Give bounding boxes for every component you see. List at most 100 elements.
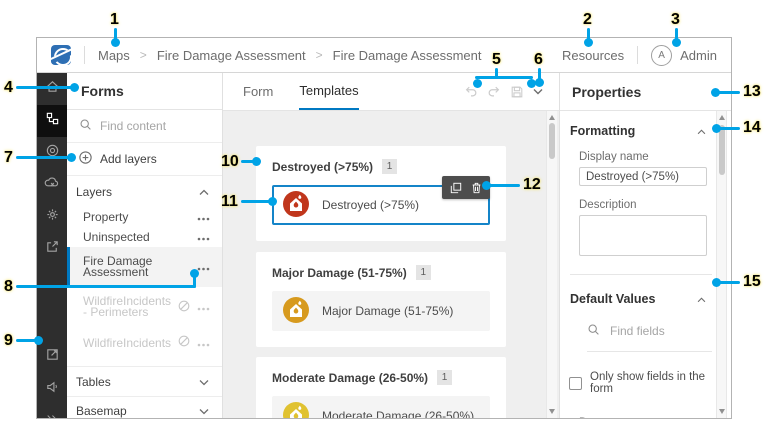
breadcrumb-maps[interactable]: Maps: [98, 48, 130, 63]
tables-section-header[interactable]: Tables: [67, 366, 222, 396]
sidebar-item-forms[interactable]: [37, 105, 67, 137]
geofence-icon: [45, 143, 60, 163]
breadcrumb-map-name[interactable]: Fire Damage Assessment: [157, 48, 306, 63]
save-menu-chevron[interactable]: [533, 88, 543, 95]
callout-number: 1: [110, 11, 119, 28]
breadcrumb-layer-name[interactable]: Fire Damage Assessment: [333, 48, 482, 63]
field-maps-designer-window: Maps > Fire Damage Assessment > Fire Dam…: [36, 37, 732, 419]
callout-dot: [473, 79, 482, 88]
sidebar-item-home[interactable]: [37, 73, 67, 105]
scroll-up-arrow[interactable]: [719, 115, 725, 120]
callout-dot: [111, 38, 120, 47]
search-icon: [587, 323, 600, 339]
properties-scrollbar[interactable]: [716, 111, 727, 418]
display-name-input[interactable]: [579, 167, 707, 186]
layer-row-wildfire-incidents[interactable]: WildfireIncidents: [67, 327, 222, 358]
forms-panel-title: Forms: [67, 73, 222, 110]
sidebar-item-sharing[interactable]: [37, 233, 67, 265]
search-input[interactable]: [100, 119, 200, 133]
layer-options-button[interactable]: [197, 230, 210, 244]
scrollbar-thumb[interactable]: [549, 123, 555, 159]
layer-row-property[interactable]: Property: [67, 207, 222, 227]
find-fields-search[interactable]: [587, 323, 712, 352]
sidebar-item-geofences[interactable]: [37, 137, 67, 169]
template-card-label: Destroyed (>75%): [322, 198, 420, 212]
divider: [84, 46, 85, 64]
scroll-down-arrow[interactable]: [549, 409, 555, 414]
scrollbar-thumb[interactable]: [719, 125, 725, 175]
callout-dot: [672, 38, 681, 47]
esri-logo: [51, 45, 71, 65]
sidebar-item-offline[interactable]: [37, 169, 67, 201]
sidebar-item-settings[interactable]: [37, 201, 67, 233]
offline-cloud-icon: [44, 175, 60, 195]
templates-list: Destroyed (>75%) 1 Destroyed (>75%) Majo…: [223, 111, 559, 418]
double-chevron-right-icon: [45, 412, 59, 418]
scroll-up-arrow[interactable]: [549, 115, 555, 120]
layer-row-fire-damage-assessment[interactable]: Fire Damage Assessment: [67, 247, 222, 287]
chevron-down-icon: [199, 404, 209, 418]
layer-options-button[interactable]: [197, 300, 210, 314]
callout-dot: [67, 153, 76, 162]
not-supported-icon: [178, 300, 190, 315]
layers-section-header[interactable]: Layers: [67, 176, 222, 207]
template-card-destroyed[interactable]: Destroyed (>75%): [272, 176, 490, 225]
callout-number: 8: [4, 278, 13, 295]
template-group-header: Destroyed (>75%) 1: [272, 159, 490, 174]
layer-row-wildfire-perimeters[interactable]: WildfireIncidents - Perimeters: [67, 287, 222, 327]
default-values-section-header[interactable]: Default Values: [570, 292, 706, 306]
layer-row-uninspected[interactable]: Uninspected: [67, 227, 222, 247]
annotated-screenshot: Maps > Fire Damage Assessment > Fire Dam…: [0, 0, 773, 423]
layer-name: WildfireIncidents - Perimeters: [83, 294, 172, 319]
formatting-section-header[interactable]: Formatting: [570, 124, 706, 138]
sidebar-item-feedback[interactable]: [37, 373, 67, 405]
callout-dot: [34, 336, 43, 345]
breadcrumb: Maps > Fire Damage Assessment > Fire Dam…: [98, 48, 482, 63]
divider: [570, 274, 712, 275]
sidebar-item-open-map[interactable]: [37, 341, 67, 373]
callout-number: 5: [492, 51, 501, 68]
find-fields-input[interactable]: [610, 324, 690, 338]
display-name-label: Display name: [579, 151, 649, 163]
only-show-fields-checkbox-row[interactable]: Only show fields in the form: [569, 371, 716, 395]
scroll-down-arrow[interactable]: [719, 409, 725, 414]
callout-line: [475, 76, 533, 79]
templates-scrollbar[interactable]: [546, 111, 557, 418]
delete-template-button[interactable]: [471, 182, 482, 194]
resources-link[interactable]: Resources: [562, 48, 624, 63]
template-group-destroyed: Destroyed (>75%) 1 Destroyed (>75%): [256, 146, 506, 241]
forms-panel: Forms Add layers Layers Property Uninspe…: [67, 73, 223, 418]
duplicate-template-button[interactable]: [450, 182, 462, 194]
chevron-down-icon: [199, 375, 209, 389]
add-layers-button[interactable]: Add layers: [67, 143, 222, 176]
sidebar-item-collapse[interactable]: [37, 405, 67, 418]
tab-form[interactable]: Form: [243, 73, 273, 110]
user-name: Admin: [680, 47, 717, 63]
callout-dot: [268, 197, 277, 206]
callout-dot: [535, 78, 544, 87]
tab-templates[interactable]: Templates: [299, 73, 359, 110]
properties-panel: Properties Formatting Display name Descr…: [559, 73, 731, 418]
description-textarea[interactable]: [579, 215, 707, 256]
template-card-major[interactable]: Major Damage (51-75%): [272, 291, 490, 331]
callout-number: 11: [221, 193, 238, 210]
top-bar: Maps > Fire Damage Assessment > Fire Dam…: [37, 38, 731, 73]
template-card-moderate[interactable]: Moderate Damage (26-50%): [272, 396, 490, 418]
find-content-search[interactable]: [67, 110, 222, 143]
basemap-section-header[interactable]: Basemap: [67, 396, 222, 418]
user-menu[interactable]: A Admin: [651, 44, 717, 66]
checkbox-unchecked[interactable]: [569, 376, 582, 390]
callout-number: 12: [523, 176, 541, 193]
moderate-damage-symbol-icon: [283, 401, 309, 418]
template-count-badge: 1: [415, 265, 431, 280]
layer-name: Fire Damage Assessment: [83, 254, 153, 279]
default-values-section-label: Default Values: [570, 292, 656, 306]
layer-options-button[interactable]: [197, 210, 210, 224]
layer-options-button[interactable]: [197, 336, 210, 350]
template-group-major: Major Damage (51-75%) 1 Major Damage (51…: [256, 252, 506, 347]
save-button[interactable]: [510, 85, 524, 99]
redo-button[interactable]: [487, 85, 501, 98]
layers-section-label: Layers: [76, 184, 113, 199]
callout-dot: [190, 269, 199, 278]
properties-title: Properties: [560, 73, 731, 111]
